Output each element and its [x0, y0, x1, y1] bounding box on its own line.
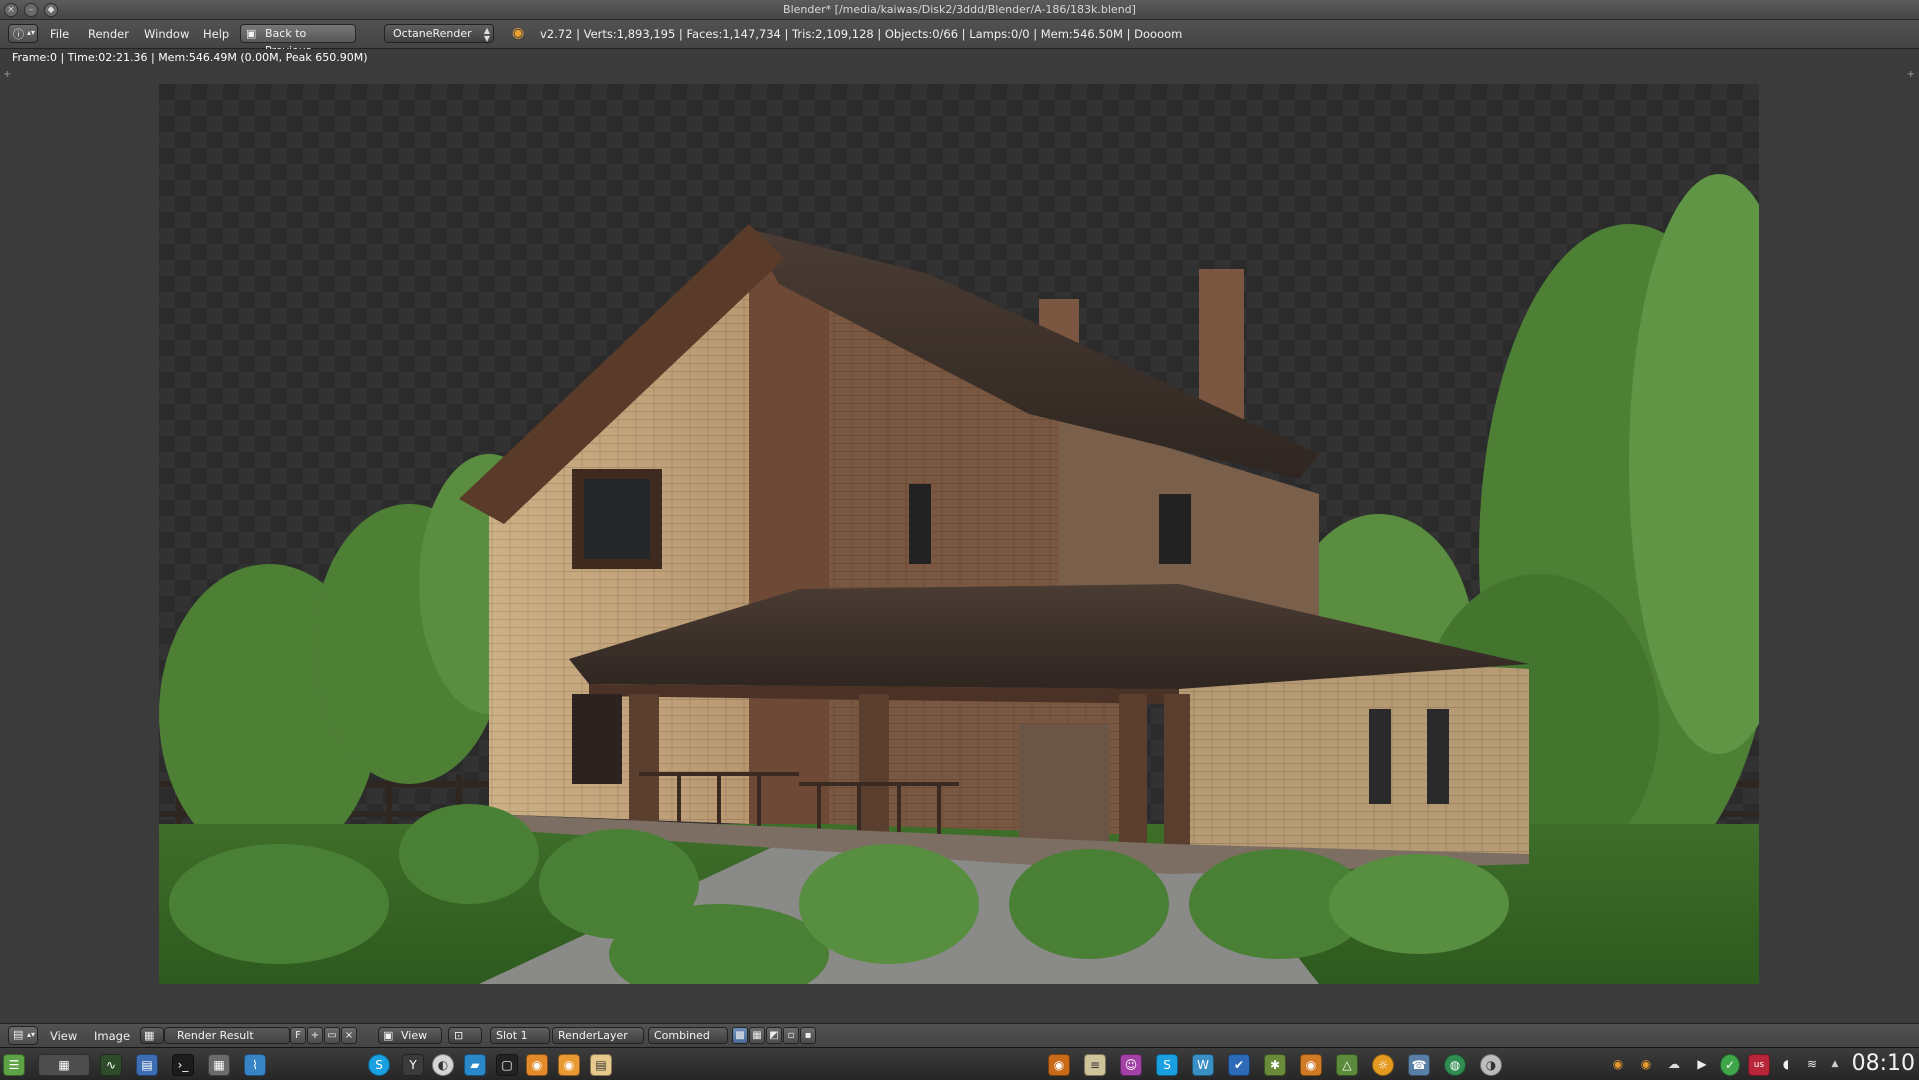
browse-image-dropdown[interactable]: ▦	[140, 1027, 164, 1044]
blender-tray-icon[interactable]: ◉	[1608, 1054, 1628, 1076]
check-icon[interactable]: ✓	[1720, 1054, 1740, 1076]
workspace-switcher-icon[interactable]: ▦	[38, 1054, 90, 1076]
menu-file[interactable]: File	[50, 27, 69, 41]
globe-icon[interactable]: ◍	[1444, 1054, 1466, 1076]
vector-icon[interactable]: △	[1336, 1054, 1358, 1076]
expand-tray-icon[interactable]: ▲	[1828, 1054, 1842, 1076]
menu-image[interactable]: Image	[94, 1029, 130, 1043]
image-browse-icon: ▦	[144, 1029, 155, 1042]
render-pass-dropdown[interactable]: Combined	[648, 1027, 728, 1044]
render-layer-value: RenderLayer	[558, 1029, 628, 1042]
chevron-updown-icon: ▴▾	[27, 1030, 36, 1039]
slot-value: Slot 1	[496, 1029, 528, 1042]
window-titlebar: × – ◆ Blender* [/media/kaiwas/Disk2/3ddd…	[0, 0, 1919, 20]
graph-icon[interactable]: ⌇	[244, 1054, 266, 1076]
editor-type-selector[interactable]: ⓘ ▴▾	[8, 24, 38, 43]
calculator-icon[interactable]: ▦	[208, 1054, 230, 1076]
draw-rgb-icon[interactable]: ▦	[749, 1027, 765, 1044]
draw-channels-icon[interactable]: ▪	[800, 1027, 816, 1044]
render-engine-dropdown[interactable]: OctaneRender ▲ ▼	[384, 24, 494, 43]
image-editor[interactable]: Frame:0 | Time:02:21.36 | Mem:546.49M (0…	[0, 49, 1919, 1023]
notes-icon[interactable]: ▤	[590, 1054, 612, 1076]
fake-user-button[interactable]: F	[290, 1027, 306, 1044]
chevron-updown-icon: ▲ ▼	[483, 26, 490, 43]
file-manager-icon[interactable]: ▰	[464, 1054, 486, 1076]
skype-icon[interactable]: S	[368, 1054, 390, 1076]
blender-launch-icon[interactable]: ◉	[1300, 1054, 1322, 1076]
pivot-dropdown[interactable]: ⊡	[448, 1027, 482, 1044]
image-name-field[interactable]: Render Result	[164, 1027, 290, 1044]
menu-render[interactable]: Render	[88, 27, 129, 41]
open-image-icon[interactable]: ▭	[324, 1027, 340, 1044]
browser-icon[interactable]: ◐	[432, 1054, 454, 1076]
render-result-image[interactable]	[159, 84, 1759, 984]
draw-zbuffer-icon[interactable]: ▫	[783, 1027, 799, 1044]
volume-icon[interactable]: ◖	[1776, 1054, 1796, 1076]
os-taskbar: ☰ ▦ ∿ ▤ ›_ ▦ ⌇ S Y ◐ ▰ ▢ ◉ ◉ ▤ ◉ ≡ ☺ S W…	[0, 1047, 1919, 1080]
yakuake-icon[interactable]: Y	[402, 1054, 424, 1076]
view-mode-icon: ▣	[383, 1029, 394, 1042]
tasks-icon[interactable]: ✔	[1228, 1054, 1250, 1076]
new-image-icon[interactable]: +	[307, 1027, 323, 1044]
scene-stats: v2.72 | Verts:1,893,195 | Faces:1,147,73…	[540, 27, 1183, 41]
terminal-icon[interactable]: ›_	[172, 1054, 194, 1076]
sun-icon[interactable]: ☼	[1372, 1054, 1394, 1076]
draw-alpha-icon[interactable]: ◩	[766, 1027, 782, 1044]
blender-alt-icon[interactable]: ◉	[558, 1054, 580, 1076]
render-layer-dropdown[interactable]: RenderLayer	[552, 1027, 644, 1044]
image-name-value: Render Result	[177, 1029, 254, 1042]
console-icon[interactable]: ▢	[496, 1054, 518, 1076]
render-info: Frame:0 | Time:02:21.36 | Mem:546.49M (0…	[12, 51, 368, 64]
image-editor-icon: ▤	[13, 1028, 24, 1041]
window-title: Blender* [/media/kaiwas/Disk2/3ddd/Blend…	[783, 3, 1136, 16]
writer-icon[interactable]: W	[1192, 1054, 1214, 1076]
app-menu-icon[interactable]: ☰	[3, 1054, 25, 1076]
desktop-icon[interactable]: ▤	[136, 1054, 158, 1076]
network-icon[interactable]: ≋	[1802, 1054, 1822, 1076]
editor-type-selector[interactable]: ▤ ▴▾	[8, 1026, 38, 1045]
view-mode-dropdown[interactable]: ▣ View	[378, 1027, 442, 1044]
cloud-icon[interactable]: ☁	[1664, 1054, 1684, 1076]
pivot-icon: ⊡	[454, 1029, 464, 1042]
blender-pinned-icon[interactable]: ◉	[1048, 1054, 1070, 1076]
disk-icon[interactable]: ◑	[1480, 1054, 1502, 1076]
view-mode-value: View	[401, 1029, 428, 1042]
back-to-previous-button[interactable]: ▣ Back to Previous	[240, 24, 356, 57]
render-engine-value: OctaneRender	[393, 27, 472, 40]
menu-help[interactable]: Help	[203, 27, 229, 41]
chevron-updown-icon: ▴▾	[27, 28, 36, 37]
draw-rgb-alpha-icon[interactable]: ▩	[732, 1027, 748, 1044]
menu-view[interactable]: View	[50, 1029, 77, 1043]
blender-tray-2-icon[interactable]: ◉	[1636, 1054, 1656, 1076]
settings-icon[interactable]: ✱	[1264, 1054, 1286, 1076]
info-icon: ⓘ	[13, 28, 24, 41]
render-illustration	[159, 174, 1759, 984]
render-pass-value: Combined	[654, 1029, 710, 1042]
unlink-image-icon[interactable]: ×	[341, 1027, 357, 1044]
area-split-handle-icon[interactable]: +	[3, 69, 11, 80]
image-editor-header: ▤ ▴▾ View Image ▦ Render Result F + ▭ × …	[0, 1023, 1919, 1047]
clock[interactable]: 08:10	[1852, 1051, 1915, 1076]
screen-back-icon: ▣	[246, 27, 257, 40]
blender-icon[interactable]: ◉	[526, 1054, 548, 1076]
phone-icon[interactable]: ☎	[1408, 1054, 1430, 1076]
info-header: ⓘ ▴▾ File Render Window Help ▣ Back to P…	[0, 20, 1919, 57]
chat-icon[interactable]: ☺	[1120, 1054, 1142, 1076]
blender-logo-icon: ◉	[512, 25, 525, 41]
area-split-handle-icon[interactable]: +	[1907, 69, 1915, 80]
system-monitor-icon[interactable]: ∿	[100, 1054, 122, 1076]
media-play-icon[interactable]: ▶	[1692, 1054, 1712, 1076]
keyboard-layout-icon[interactable]: us	[1748, 1054, 1770, 1076]
text-editor-icon[interactable]: ≡	[1084, 1054, 1106, 1076]
menu-window[interactable]: Window	[144, 27, 189, 41]
slot-dropdown[interactable]: Slot 1	[490, 1027, 550, 1044]
skype-pinned-icon[interactable]: S	[1156, 1054, 1178, 1076]
